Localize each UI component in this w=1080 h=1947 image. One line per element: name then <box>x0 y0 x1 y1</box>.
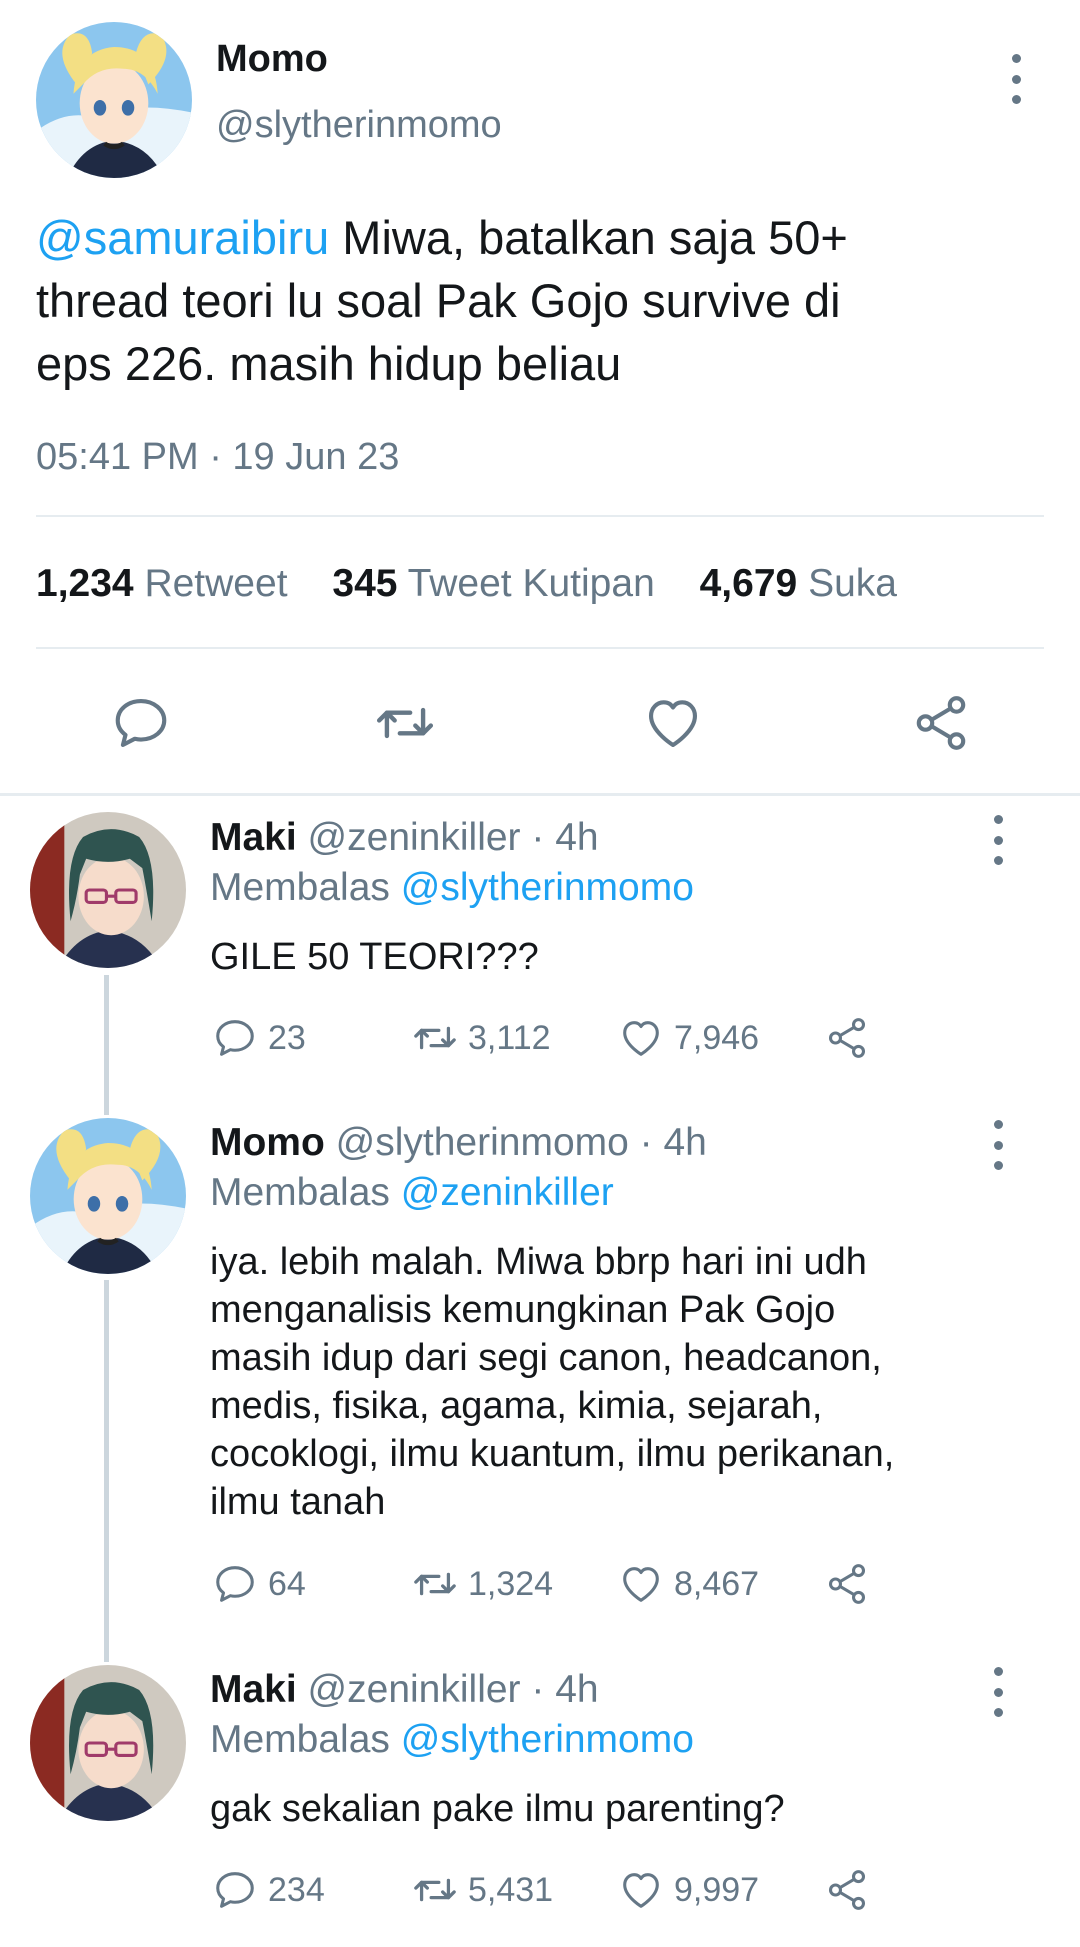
reply-icon <box>212 1561 258 1607</box>
retweet-stat[interactable]: 1,234 Retweet <box>36 562 298 605</box>
more-options-icon[interactable] <box>988 815 1008 865</box>
like-count: 7,946 <box>674 1018 760 1057</box>
divider <box>36 515 1044 517</box>
like-action[interactable]: 7,946 <box>618 1015 759 1061</box>
reply-author-name[interactable]: Maki <box>210 816 297 859</box>
like-count: 9,997 <box>674 1870 760 1909</box>
replying-to: Membalas @slytherinmomo <box>210 866 694 909</box>
more-options-icon[interactable] <box>988 1120 1008 1170</box>
divider <box>36 647 1044 649</box>
more-options-icon[interactable] <box>1006 54 1026 104</box>
reply-text: gak sekalian pake ilmu parenting? <box>210 1788 785 1830</box>
reply-icon <box>212 1867 258 1913</box>
tweet-timestamp[interactable]: 05:41 PM · 19 Jun 23 <box>36 436 399 479</box>
share-icon[interactable] <box>910 692 972 754</box>
avatar[interactable] <box>36 22 192 178</box>
reply-icon <box>212 1015 258 1061</box>
mention-link[interactable]: @samuraibiru <box>36 211 329 264</box>
quote-stat[interactable]: 345 Tweet Kutipan <box>332 562 665 605</box>
retweet-count: 3,112 <box>468 1018 551 1057</box>
share-icon <box>824 1561 870 1607</box>
retweet-icon <box>412 1015 458 1061</box>
reply-icon[interactable] <box>110 692 172 754</box>
like-stat[interactable]: 4,679 Suka <box>700 562 897 605</box>
retweet-count: 1,324 <box>468 1564 554 1603</box>
author-handle[interactable]: @slytherinmomo <box>216 104 502 147</box>
retweet-action[interactable]: 3,112 <box>412 1015 551 1061</box>
retweet-action[interactable]: 1,324 <box>412 1561 553 1607</box>
thread-line <box>104 1280 109 1662</box>
reply-action[interactable]: 234 <box>212 1867 325 1913</box>
author-name[interactable]: Momo <box>216 38 328 81</box>
tweet-text-line-2: thread teori lu soal Pak Gojo survive di <box>36 274 841 327</box>
more-options-icon[interactable] <box>988 1667 1008 1717</box>
reply-author-name[interactable]: Maki <box>210 1668 297 1711</box>
reply-author-name[interactable]: Momo <box>210 1121 325 1164</box>
like-action[interactable]: 8,467 <box>618 1561 759 1607</box>
like-icon[interactable] <box>642 692 704 754</box>
like-icon <box>618 1867 664 1913</box>
like-icon <box>618 1561 664 1607</box>
reply-count: 64 <box>268 1564 306 1603</box>
avatar[interactable] <box>30 1665 186 1821</box>
share-action[interactable] <box>824 1867 880 1913</box>
share-action[interactable] <box>824 1561 880 1607</box>
retweet-icon[interactable] <box>374 692 436 754</box>
reply-action[interactable]: 23 <box>212 1015 306 1061</box>
thread-line <box>104 975 109 1115</box>
replying-to: Membalas @slytherinmomo <box>210 1718 694 1761</box>
avatar[interactable] <box>30 812 186 968</box>
reply-text: GILE 50 TEORI??? <box>210 936 539 978</box>
retweet-count: 5,431 <box>468 1870 554 1909</box>
replying-to: Membalas @zeninkiller <box>210 1171 614 1214</box>
section-divider <box>0 793 1080 796</box>
share-action[interactable] <box>824 1015 880 1061</box>
reply-header: Maki @zeninkiller · 4h <box>210 1668 599 1712</box>
tweet-stats: 1,234 Retweet 345 Tweet Kutipan 4,679 Su… <box>36 562 897 606</box>
retweet-icon <box>412 1867 458 1913</box>
reply-count: 23 <box>268 1018 306 1057</box>
tweet-text: @samuraibiru Miwa, batalkan saja 50+ thr… <box>36 206 1046 395</box>
replying-to-link[interactable]: @zeninkiller <box>401 1171 614 1214</box>
avatar[interactable] <box>30 1118 186 1274</box>
reply-header: Maki @zeninkiller · 4h <box>210 816 599 860</box>
reply-header: Momo @slytherinmomo · 4h <box>210 1121 707 1165</box>
reply-meta: @zeninkiller · 4h <box>307 816 599 859</box>
reply-meta: @slytherinmomo · 4h <box>335 1121 707 1164</box>
share-icon <box>824 1867 870 1913</box>
like-icon <box>618 1015 664 1061</box>
reply-count: 234 <box>268 1870 325 1909</box>
share-icon <box>824 1015 870 1061</box>
reply-meta: @zeninkiller · 4h <box>307 1668 599 1711</box>
tweet-text-line-1: @samuraibiru Miwa, batalkan saja 50+ <box>36 211 848 264</box>
like-count: 8,467 <box>674 1564 760 1603</box>
like-action[interactable]: 9,997 <box>618 1867 759 1913</box>
retweet-action[interactable]: 5,431 <box>412 1867 553 1913</box>
reply-action[interactable]: 64 <box>212 1561 306 1607</box>
replying-to-link[interactable]: @slytherinmomo <box>401 866 694 909</box>
tweet-text-line-3: eps 226. masih hidup beliau <box>36 337 622 390</box>
reply-text: iya. lebih malah. Miwa bbrp hari ini udh… <box>210 1241 895 1523</box>
replying-to-link[interactable]: @slytherinmomo <box>401 1718 694 1761</box>
retweet-icon <box>412 1561 458 1607</box>
